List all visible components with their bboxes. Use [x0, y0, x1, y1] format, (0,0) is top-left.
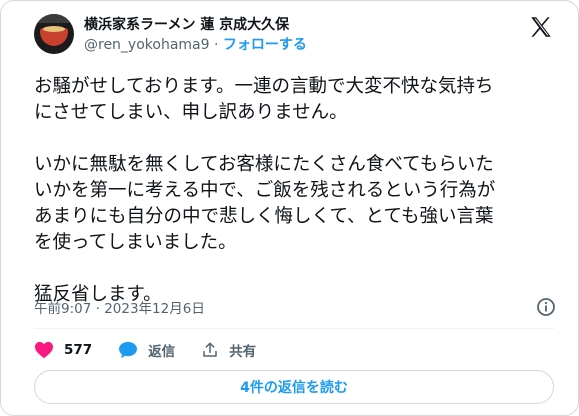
tweet-timestamp[interactable]: 午前9:07 · 2023年12月6日 — [34, 297, 205, 317]
author-info: 横浜家系ラーメン 蓮 京成大久保 @ren_yokohama9 · フォローする — [84, 17, 307, 54]
tweet-card: 横浜家系ラーメン 蓮 京成大久保 @ren_yokohama9 · フォローする… — [0, 0, 579, 416]
read-replies-label: 4件の返信を読む — [240, 380, 348, 396]
avatar-soup — [43, 26, 65, 32]
x-logo-icon[interactable] — [528, 14, 554, 40]
author-handle[interactable]: @ren_yokohama9 — [84, 37, 210, 53]
author-subline: @ren_yokohama9 · フォローする — [84, 36, 307, 54]
read-replies-button[interactable]: 4件の返信を読む — [34, 370, 554, 404]
share-button[interactable]: 共有 — [201, 340, 256, 360]
info-icon[interactable] — [536, 297, 556, 317]
tweet-header: 横浜家系ラーメン 蓮 京成大久保 @ren_yokohama9 · フォローする — [34, 14, 554, 64]
heart-icon — [35, 341, 53, 359]
like-button[interactable]: 577 — [34, 341, 92, 359]
divider — [34, 328, 554, 329]
share-icon — [203, 342, 217, 357]
avatar[interactable] — [34, 14, 74, 54]
avatar-banner — [34, 14, 74, 23]
like-count: 577 — [64, 342, 93, 358]
tweet-actions: 577 返信 共有 — [34, 339, 282, 361]
tweet-text: お騒がせしております。一連の言動で大変不快な気持ち にさせてしまい、申し訳ありま… — [34, 76, 496, 305]
author-display-name[interactable]: 横浜家系ラーメン 蓮 京成大久保 — [84, 17, 307, 34]
reply-button[interactable]: 返信 — [118, 340, 175, 360]
follow-button[interactable]: フォローする — [223, 37, 307, 53]
speech-bubble-icon — [119, 341, 138, 359]
handle-separator: · — [214, 37, 219, 53]
share-label: 共有 — [229, 344, 257, 360]
reply-label: 返信 — [148, 344, 176, 360]
